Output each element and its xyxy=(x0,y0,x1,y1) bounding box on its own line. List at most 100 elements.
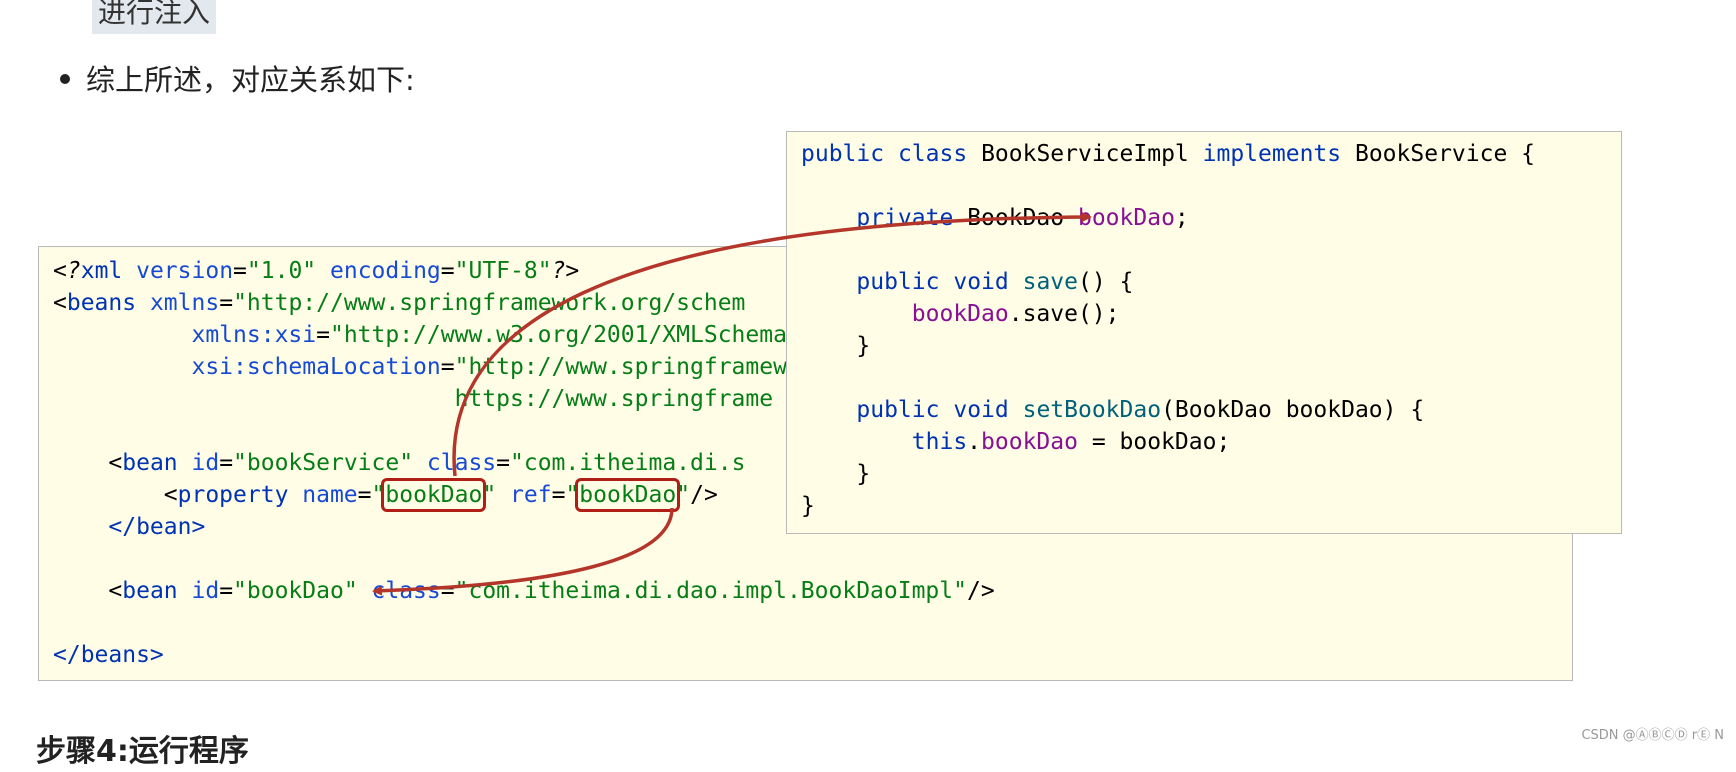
xml-token: < xyxy=(163,482,178,508)
xml-token: = xyxy=(219,290,234,316)
java-keyword: class xyxy=(897,141,968,167)
java-token: . xyxy=(967,429,982,455)
summary-text: 综上所述，对应关系如下: xyxy=(86,63,415,97)
xml-line-13: </beans> xyxy=(53,639,164,671)
xml-tag: xml xyxy=(80,258,123,284)
xml-attr: xsi:schemaLocation xyxy=(191,354,441,380)
xml-token: = xyxy=(551,482,566,508)
xml-tag: beans xyxy=(66,290,137,316)
xml-tag: </beans> xyxy=(53,642,164,668)
xml-token: " xyxy=(482,482,497,508)
xml-value: "http://www.springframework.org/schem xyxy=(233,290,746,316)
xml-token: = xyxy=(357,482,372,508)
xml-token: < xyxy=(53,258,67,284)
java-line-7: } xyxy=(801,330,870,362)
xml-attr: ref xyxy=(496,482,552,508)
xml-line-2: <beans xmlns="http://www.springframework… xyxy=(53,287,745,319)
java-token: ; xyxy=(1174,205,1189,231)
next-step-heading: 步骤4:运行程序 xyxy=(36,734,249,769)
java-token: (BookDao bookDao) { xyxy=(1161,397,1425,423)
xml-value: "bookService" xyxy=(233,450,414,476)
xml-tag: bean xyxy=(122,578,178,604)
java-method: save xyxy=(1022,269,1078,295)
xml-value: "com.itheima.di.s xyxy=(510,450,746,476)
xml-token: = xyxy=(219,578,234,604)
xml-attr: xmlns xyxy=(136,290,220,316)
xml-token: = xyxy=(496,450,511,476)
xml-value: "http://www.springframew xyxy=(454,354,787,380)
xml-attr: class xyxy=(413,450,497,476)
xml-token: /> xyxy=(690,482,718,508)
xml-tag: bean xyxy=(122,450,178,476)
xml-attr: name xyxy=(288,482,358,508)
xml-attr: encoding xyxy=(316,258,441,284)
xml-token: " xyxy=(565,482,580,508)
java-interface: BookService { xyxy=(1354,141,1535,167)
java-type: BookDao xyxy=(967,205,1065,231)
xml-token: = xyxy=(440,354,455,380)
xml-token: " xyxy=(676,482,691,508)
property-name-highlight: bookDao xyxy=(381,478,487,512)
xml-token: " xyxy=(371,482,386,508)
java-field: bookDao xyxy=(981,429,1078,455)
xml-token: < xyxy=(108,450,123,476)
java-line-10: this.bookDao = bookDao; xyxy=(801,426,1231,458)
xml-line-9: </bean> xyxy=(53,511,205,543)
java-field: bookDao xyxy=(911,301,1009,327)
xml-value: "com.itheima.di.dao.impl.BookDaoImpl" xyxy=(454,578,967,604)
xml-line-5: https://www.springframe xyxy=(53,383,774,415)
java-line-6: bookDao.save(); xyxy=(801,298,1120,330)
xml-tag: property xyxy=(177,482,289,508)
xml-token: ? xyxy=(66,258,81,284)
java-method: setBookDao xyxy=(1022,397,1162,423)
xml-line-7: <bean id="bookService" class="com.itheim… xyxy=(53,447,745,479)
xml-token: < xyxy=(53,290,67,316)
xml-token: /> xyxy=(966,578,995,604)
xml-token: = xyxy=(440,258,455,284)
xml-attr: class xyxy=(357,578,441,604)
java-class-name: BookServiceImpl xyxy=(981,141,1189,167)
csdn-watermark: CSDN @ⒶⒷⒸⒹ rⒺ N xyxy=(1581,728,1724,743)
java-keyword: void xyxy=(953,269,1009,295)
java-line-9: public void setBookDao(BookDao bookDao) … xyxy=(801,394,1424,426)
xml-attr: id xyxy=(177,450,220,476)
java-keyword: public xyxy=(801,141,885,167)
xml-token: = xyxy=(440,578,455,604)
xml-token: = xyxy=(233,258,247,284)
xml-line-1: <?xml version="1.0" encoding="UTF-8"?> xyxy=(53,255,579,287)
java-line-12: } xyxy=(801,490,815,522)
xml-attr: id xyxy=(177,578,220,604)
xml-token: = xyxy=(316,322,330,348)
summary-bullet: 综上所述，对应关系如下: xyxy=(60,62,415,98)
bullet-dot-icon xyxy=(60,74,70,84)
xml-value: https://www.springframe xyxy=(454,386,774,412)
xml-value: "UTF-8" xyxy=(454,258,552,284)
bookdao-field: bookDao xyxy=(1077,205,1175,231)
java-keyword: this xyxy=(911,429,968,455)
xml-token: < xyxy=(108,578,123,604)
java-token: = bookDao; xyxy=(1077,429,1231,455)
xml-line-3: xmlns:xsi="http://www.w3.org/2001/XMLSch… xyxy=(53,319,787,351)
java-line-5: public void save() { xyxy=(801,266,1133,298)
java-line-11: } xyxy=(801,458,870,490)
xml-value: "http://www.w3.org/2001/XMLSchema xyxy=(329,322,787,348)
java-token: .save(); xyxy=(1008,301,1120,327)
java-code-block: public class BookServiceImpl implements … xyxy=(786,131,1622,534)
java-keyword: public xyxy=(856,397,940,423)
java-keyword: void xyxy=(953,397,1009,423)
highlighted-text-line: 进行注入 xyxy=(92,0,217,34)
xml-value: "bookDao" xyxy=(233,578,358,604)
xml-tag: </bean> xyxy=(108,514,206,540)
xml-attr: xmlns:xsi xyxy=(191,322,317,348)
java-token: } xyxy=(856,333,871,359)
xml-attr: version xyxy=(122,258,234,284)
java-keyword: implements xyxy=(1202,141,1342,167)
java-token: () { xyxy=(1077,269,1134,295)
xml-token: ?> xyxy=(551,258,580,284)
java-token: } xyxy=(801,493,815,519)
xml-line-11: <bean id="bookDao" class="com.itheima.di… xyxy=(53,575,995,607)
java-line-1: public class BookServiceImpl implements … xyxy=(801,138,1535,170)
xml-value: "1.0" xyxy=(246,258,317,284)
java-token: } xyxy=(856,461,871,487)
java-keyword: public xyxy=(856,269,940,295)
